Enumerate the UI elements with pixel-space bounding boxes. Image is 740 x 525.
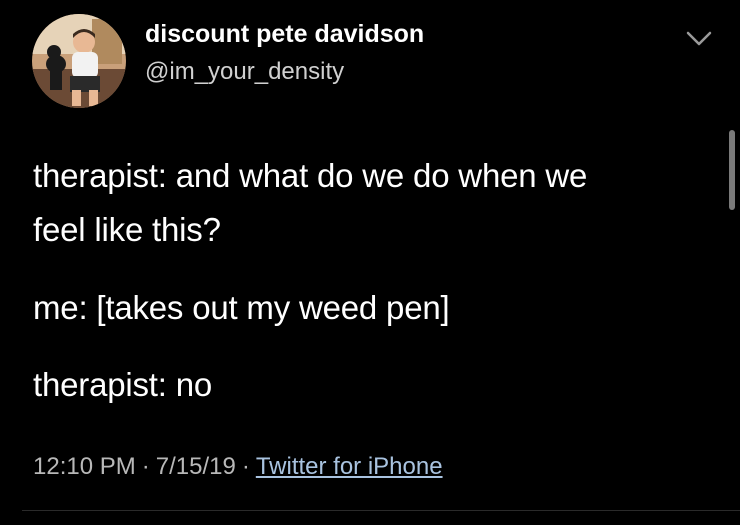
chevron-down-icon[interactable] <box>684 28 714 50</box>
tweet-card: discount pete davidson @im_your_density … <box>0 0 740 525</box>
tweet-text-line: feel like this? <box>33 211 221 248</box>
tweet-text-line: me: [takes out my weed pen] <box>33 289 450 326</box>
tweet-metadata: 12:10 PM · 7/15/19 · Twitter for iPhone <box>33 453 443 481</box>
tweet-time[interactable]: 12:10 PM <box>33 453 136 480</box>
meta-separator: · <box>241 453 250 480</box>
user-handle[interactable]: @im_your_density <box>145 58 344 86</box>
tweet-text-line: therapist: no <box>33 366 213 403</box>
avatar-photo <box>32 14 126 108</box>
tweet-source-link[interactable]: Twitter for iPhone <box>256 453 443 480</box>
meta-separator: · <box>141 453 150 480</box>
tweet-text-line: therapist: and what do we do when we <box>33 157 588 194</box>
tweet-date[interactable]: 7/15/19 <box>156 453 236 480</box>
avatar[interactable] <box>32 14 126 108</box>
scrollbar[interactable] <box>729 130 735 210</box>
display-name[interactable]: discount pete davidson <box>145 20 424 49</box>
divider <box>22 510 740 511</box>
